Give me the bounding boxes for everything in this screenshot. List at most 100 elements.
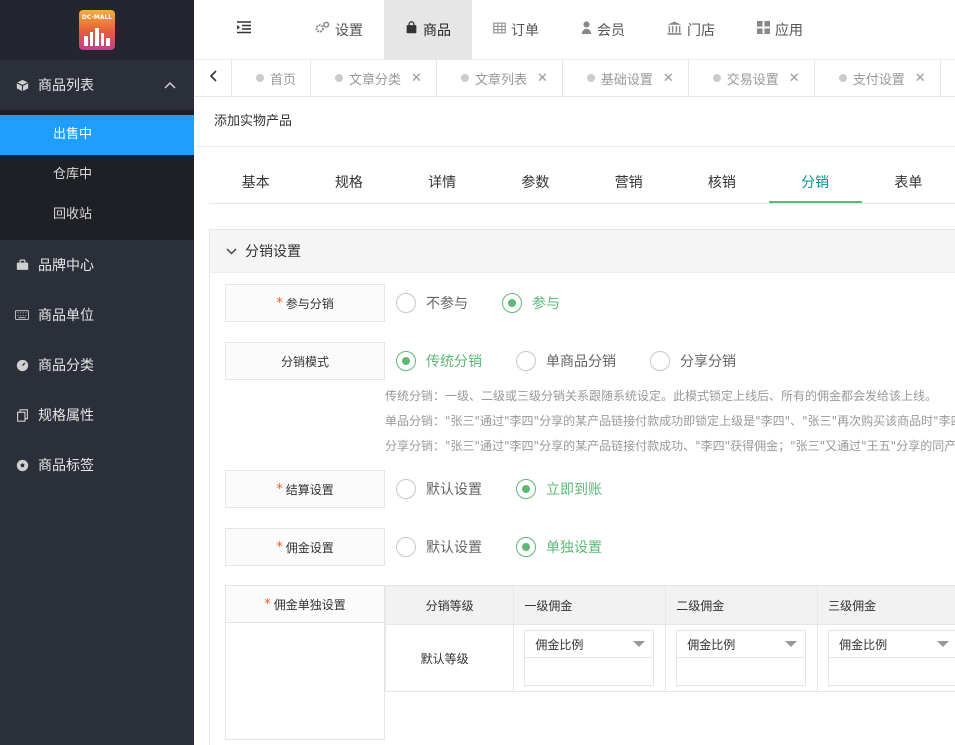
top-tab-stores[interactable]: 门店	[646, 0, 736, 60]
sidebar-item-spec-attributes[interactable]: 规格属性	[0, 390, 194, 440]
distribution-settings-card: 分销设置 * 参与分销 不参与 参与 分销模式 传统分销 单商品分销 分享分销 …	[209, 229, 955, 745]
tabs-prev-button[interactable]	[194, 60, 232, 96]
sidebar-item-recycle-bin[interactable]: 回收站	[0, 195, 194, 235]
commission-row: * 佣金设置 默认设置 单独设置	[225, 528, 636, 566]
commission-value-input[interactable]	[676, 658, 807, 686]
radio-participate[interactable]: 参与	[502, 293, 560, 313]
commission-radio-group: 默认设置 单独设置	[396, 537, 636, 557]
commission-cell-level1: 佣金比例	[513, 624, 667, 692]
sidebar-item-warehouse[interactable]: 仓库中	[0, 155, 194, 195]
main-content: 添加实物产品 基本 规格 详情 参数 营销 核销 分销 表单 分销设置 * 参与	[194, 97, 955, 745]
radio-label: 单独设置	[546, 540, 602, 556]
form-tab-basic[interactable]: 基本	[209, 165, 302, 203]
help-text-single: 单品分销："张三"通过"李四"分享的某产品链接付款成功即锁定上级是"李四"、"张…	[385, 414, 955, 428]
settlement-radio-group: 默认设置 立即到账	[396, 479, 636, 499]
commission-value-input[interactable]	[524, 658, 655, 686]
menu-toggle-button[interactable]	[194, 0, 294, 60]
logo[interactable]: DC-MALL	[79, 10, 115, 50]
sidebar-item-product-unit[interactable]: 商品单位	[0, 290, 194, 340]
help-text-traditional: 传统分销：一级、二级或三级分销关系跟随系统设定。此模式锁定上线后、所有的佣金都会…	[385, 389, 938, 403]
form-tab-details[interactable]: 详情	[396, 165, 489, 203]
commission-type-select[interactable]: 佣金比例	[828, 630, 955, 658]
commission-table: 分销等级 一级佣金 二级佣金 三级佣金 默认等级 佣金比例 佣金比例 佣金比例	[384, 585, 955, 692]
form-label: 分销模式	[225, 342, 385, 380]
radio-single-product[interactable]: 单商品分销	[516, 351, 616, 371]
sidebar-group-product-list[interactable]: 商品列表	[0, 60, 194, 110]
commission-cell-level2: 佣金比例	[665, 624, 819, 692]
briefcase-icon	[14, 259, 30, 271]
form-tab-specs[interactable]: 规格	[302, 165, 395, 203]
top-tab-apps[interactable]: 应用	[736, 0, 824, 60]
sidebar-item-label: 商品分类	[38, 358, 94, 374]
radio-commission-default[interactable]: 默认设置	[396, 537, 482, 557]
radio-traditional[interactable]: 传统分销	[396, 351, 482, 371]
radio-settlement-default[interactable]: 默认设置	[396, 479, 482, 499]
help-text-share: 分享分销："张三"通过"李四"分享的某产品链接付款成功、"李四"获得佣金；"张三…	[385, 439, 955, 453]
required-mark: *	[276, 295, 283, 311]
page-tab-trade-settings[interactable]: 交易设置 ✕	[689, 60, 815, 96]
sidebar-item-label: 规格属性	[38, 408, 94, 424]
close-icon[interactable]: ✕	[789, 71, 800, 86]
close-icon[interactable]: ✕	[411, 71, 422, 86]
page-tab-home[interactable]: 首页	[232, 60, 312, 96]
form-label: * 佣金设置	[225, 528, 385, 566]
radio-circle	[516, 351, 536, 371]
commission-custom-label-box: * 佣金单独设置	[225, 585, 385, 740]
distribution-mode-row: 分销模式 传统分销 单商品分销 分享分销	[225, 342, 770, 380]
apps-grid-icon	[757, 21, 770, 38]
form-tab-params[interactable]: 参数	[489, 165, 582, 203]
column-header: 一级佣金	[513, 585, 667, 625]
select-value: 佣金比例	[687, 637, 736, 652]
page-tab-payment-settings[interactable]: 支付设置 ✕	[815, 60, 941, 96]
tab-dot-icon	[838, 74, 847, 82]
top-tab-members[interactable]: 会员	[560, 0, 646, 60]
participate-radio-group: 不参与 参与	[396, 293, 594, 313]
section-header[interactable]: 分销设置	[210, 230, 955, 273]
top-tab-settings[interactable]: 设置	[294, 0, 384, 60]
bank-icon	[667, 20, 682, 39]
form-label: * 结算设置	[225, 470, 385, 508]
top-tab-orders[interactable]: 订单	[472, 0, 560, 60]
sidebar-item-product-category[interactable]: 商品分类	[0, 340, 194, 390]
form-tab-distribution[interactable]: 分销	[768, 165, 862, 203]
close-icon[interactable]: ✕	[915, 71, 926, 86]
copy-icon	[14, 408, 30, 422]
radio-label: 不参与	[426, 296, 468, 312]
radio-label: 分享分销	[680, 354, 736, 370]
user-icon	[581, 21, 592, 38]
radio-circle	[502, 293, 522, 313]
chevron-down-icon	[226, 245, 237, 258]
keyboard-icon	[14, 310, 30, 320]
commission-type-select[interactable]: 佣金比例	[524, 630, 655, 658]
gears-icon	[315, 21, 330, 38]
column-header: 三级佣金	[817, 585, 955, 625]
commission-type-select[interactable]: 佣金比例	[676, 630, 807, 658]
tab-dot-icon	[335, 74, 344, 82]
radio-not-participate[interactable]: 不参与	[396, 293, 468, 313]
top-tab-products[interactable]: 商品	[384, 0, 472, 60]
radio-circle	[516, 479, 536, 499]
page-tab-article-category[interactable]: 文章分类 ✕	[311, 60, 437, 96]
chevron-left-icon	[209, 70, 217, 86]
radio-share[interactable]: 分享分销	[650, 351, 736, 371]
commission-value-input[interactable]	[828, 658, 955, 686]
sidebar-item-brand-center[interactable]: 品牌中心	[0, 240, 194, 290]
cube-icon	[14, 79, 30, 92]
page-tab-article-list[interactable]: 文章列表 ✕	[437, 60, 563, 96]
close-icon[interactable]: ✕	[537, 71, 548, 86]
form-tab-marketing[interactable]: 营销	[582, 165, 675, 203]
page-tab-basic-settings[interactable]: 基础设置 ✕	[563, 60, 689, 96]
radio-label: 参与	[532, 296, 560, 312]
radio-settlement-immediate[interactable]: 立即到账	[516, 479, 602, 499]
form-tab-form[interactable]: 表单	[862, 165, 955, 203]
required-mark: *	[264, 596, 271, 612]
page-tab-label: 交易设置	[726, 72, 779, 88]
close-icon[interactable]: ✕	[663, 71, 674, 86]
sidebar-item-product-tags[interactable]: 商品标签	[0, 440, 194, 490]
tab-dot-icon	[256, 74, 264, 82]
level-cell: 默认等级	[384, 624, 515, 692]
sidebar-item-on-sale[interactable]: 出售中	[0, 115, 194, 155]
form-label-text: 分销模式	[280, 354, 329, 369]
radio-commission-custom[interactable]: 单独设置	[516, 537, 602, 557]
form-tab-verification[interactable]: 核销	[675, 165, 768, 203]
